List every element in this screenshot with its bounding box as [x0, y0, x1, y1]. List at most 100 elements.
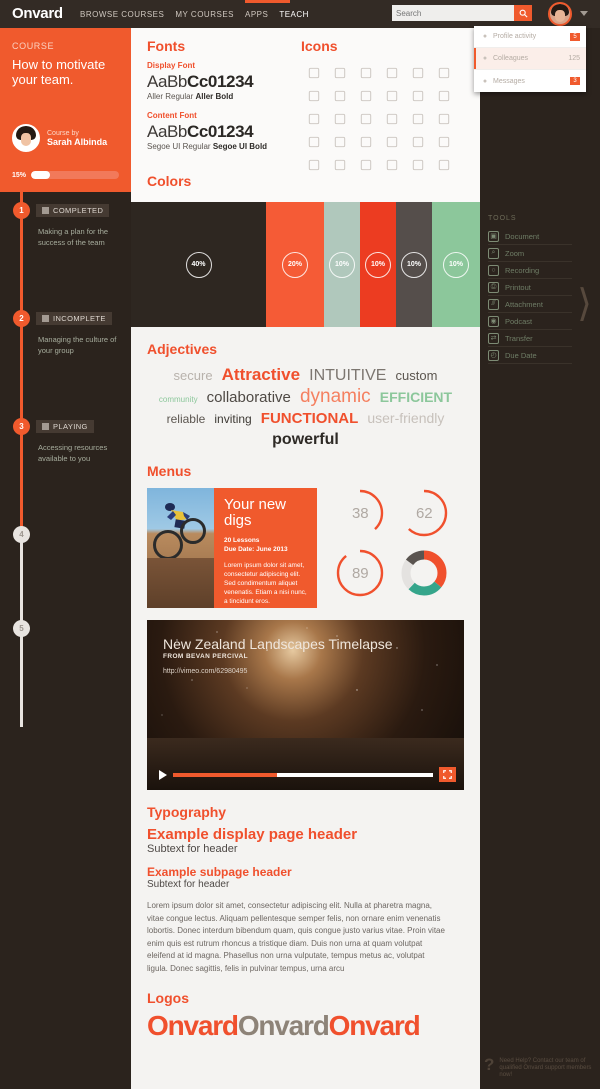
- brightness-high-icon[interactable]: [379, 61, 405, 84]
- nav-link-teach[interactable]: TEACH: [279, 10, 309, 19]
- course-menu-card[interactable]: Your new digs 20 Lessons Due Date: June …: [147, 488, 318, 608]
- donut-value: 62: [415, 504, 433, 522]
- tool-item-printout[interactable]: ⎙ Printout: [488, 279, 572, 296]
- color-swatch-3: 10%: [324, 202, 360, 327]
- adjective-word: community: [158, 395, 198, 404]
- zoom-in-icon[interactable]: [301, 130, 327, 153]
- window-close-icon[interactable]: [431, 84, 457, 107]
- nav-link-browse-courses[interactable]: BROWSE COURSES: [80, 10, 164, 19]
- step-dot-1[interactable]: 1: [13, 202, 30, 219]
- display-font-label: Display Font: [147, 61, 196, 70]
- folder-icon[interactable]: [301, 107, 327, 130]
- page-download-icon[interactable]: [431, 107, 457, 130]
- cyclist-photo: [147, 488, 214, 608]
- color-swatch-2: 20%: [266, 202, 324, 327]
- bulb-outline-icon[interactable]: [431, 153, 457, 176]
- video-progress-track[interactable]: [173, 772, 433, 777]
- tool-item-document[interactable]: ▣ Document: [488, 228, 572, 245]
- dropdown-count: 125: [568, 55, 580, 62]
- donut-chart-62: 62: [399, 488, 449, 538]
- step-dot-4[interactable]: 4: [13, 526, 30, 543]
- nav-link-my-courses[interactable]: MY COURSES: [175, 10, 234, 19]
- copy-icon[interactable]: [353, 153, 379, 176]
- fullscreen-icon[interactable]: [439, 767, 456, 782]
- chevron-down-icon[interactable]: [580, 11, 588, 16]
- top-navigation-bar: Onvard BROWSE COURSES MY COURSES APPS TEACH: [0, 0, 600, 28]
- search-input[interactable]: [392, 5, 514, 21]
- crop-icon[interactable]: [379, 153, 405, 176]
- tool-item-due-date[interactable]: ◴ Due Date: [488, 347, 572, 364]
- swatch-percent: 40%: [185, 251, 212, 278]
- document-icon: ▣: [488, 230, 499, 242]
- chevron-right-icon[interactable]: ⟩: [577, 285, 592, 323]
- typography-display-header: Example display page header: [147, 826, 358, 843]
- dropdown-item-label: Colleagues: [493, 55, 529, 62]
- comment-alt-icon[interactable]: [327, 84, 353, 107]
- avatar[interactable]: [548, 2, 572, 26]
- step-dot-3[interactable]: 3: [13, 418, 30, 435]
- display-caption-regular: Aller Regular: [147, 92, 196, 101]
- status-square-icon: [42, 423, 49, 430]
- step-dot-5[interactable]: 5: [13, 620, 30, 637]
- fonts-header: Fonts: [147, 38, 186, 54]
- color-swatch-1: 40%: [131, 202, 266, 327]
- color-swatch-4: 10%: [360, 202, 396, 327]
- author-name: Sarah Albinda: [47, 136, 108, 147]
- donut-charts: 38 62 89: [335, 488, 464, 608]
- tool-item-attachment[interactable]: ⫻ Attachment: [488, 296, 572, 313]
- contrast-icon[interactable]: [431, 61, 457, 84]
- icons-header: Icons: [301, 38, 338, 54]
- dropdown-item-messages[interactable]: ● Messages 3: [474, 70, 586, 92]
- play-icon[interactable]: [159, 769, 167, 780]
- zoom-icon: ⌕: [488, 247, 499, 259]
- tool-item-zoom[interactable]: ⌕ Zoom: [488, 245, 572, 262]
- video-player[interactable]: New Zealand Landscapes Timelapse FROM BE…: [147, 620, 464, 790]
- note-icon[interactable]: [327, 153, 353, 176]
- page-search-icon[interactable]: [405, 107, 431, 130]
- progress-percent: 15%: [12, 171, 27, 179]
- adjective-word: user-friendly: [367, 410, 445, 426]
- tool-item-podcast[interactable]: ◉ Podcast: [488, 313, 572, 330]
- wifi-icon[interactable]: [431, 130, 457, 153]
- tool-label: Attachment: [505, 299, 543, 309]
- profile-dropdown-menu: ● Profile activity 5 ● Colleagues 125 ● …: [474, 26, 586, 92]
- page-icon[interactable]: [379, 107, 405, 130]
- pin-icon[interactable]: [405, 130, 431, 153]
- book-icon[interactable]: [327, 107, 353, 130]
- tool-label: Recording: [505, 265, 540, 275]
- lightbulb-icon[interactable]: [405, 153, 431, 176]
- tool-label: Due Date: [505, 350, 537, 360]
- brightness-low-icon[interactable]: [405, 61, 431, 84]
- zoom-out-icon[interactable]: [327, 130, 353, 153]
- swatch-percent: 10%: [329, 251, 355, 278]
- eye-target-icon[interactable]: [379, 130, 405, 153]
- dropdown-item-colleagues[interactable]: ● Colleagues 125: [474, 48, 586, 70]
- eye-icon[interactable]: [353, 130, 379, 153]
- adjective-word: inviting: [214, 412, 252, 426]
- square-icon[interactable]: [301, 153, 327, 176]
- volume-high-icon[interactable]: [353, 61, 379, 84]
- help-box[interactable]: ? Need Help? Contact our team of qualifi…: [484, 1056, 594, 1079]
- status-square-icon: [42, 315, 49, 322]
- window-remove-icon[interactable]: [405, 84, 431, 107]
- typography-paragraph: Lorem ipsum dolor sit amet, consectetur …: [147, 901, 445, 973]
- video-url[interactable]: http://vimeo.com/62980495: [163, 668, 247, 675]
- card-due: Due Date: June 2013: [224, 546, 288, 553]
- nav-link-apps[interactable]: APPS: [245, 10, 268, 19]
- tool-item-transfer[interactable]: ⇄ Transfer: [488, 330, 572, 347]
- window-icon[interactable]: [353, 84, 379, 107]
- typography-subpage-header: Example subpage header: [147, 865, 292, 879]
- dropdown-item-profile-activity[interactable]: ● Profile activity 5: [474, 26, 586, 48]
- book-open-icon[interactable]: [353, 107, 379, 130]
- window-add-icon[interactable]: [379, 84, 405, 107]
- tool-item-recording[interactable]: ○ Recording: [488, 262, 572, 279]
- swatch-percent: 20%: [282, 251, 308, 278]
- volume-mute-icon[interactable]: [301, 61, 327, 84]
- search-icon[interactable]: [514, 5, 532, 21]
- brand-logo[interactable]: Onvard: [12, 5, 63, 22]
- volume-low-icon[interactable]: [327, 61, 353, 84]
- step-dot-2[interactable]: 2: [13, 310, 30, 327]
- tool-label: Printout: [505, 282, 531, 292]
- tools-header: TOOLS: [488, 215, 517, 222]
- comment-icon[interactable]: [301, 84, 327, 107]
